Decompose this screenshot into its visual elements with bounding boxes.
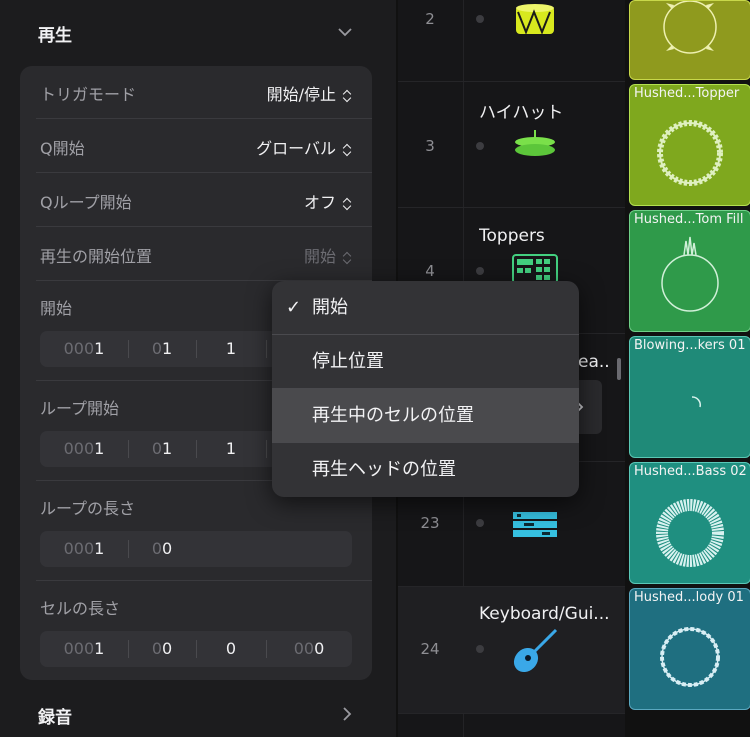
checkmark-icon: ✓ xyxy=(286,297,302,318)
loop-start-label: ループ開始 xyxy=(40,399,120,418)
track-name[interactable]: ハイハット xyxy=(479,98,619,123)
track-number: 24 xyxy=(420,640,440,658)
start-label: 開始 xyxy=(40,299,73,318)
clip-cell[interactable]: Hushed...Tom Fill xyxy=(629,210,750,332)
track-name[interactable]: Toppers xyxy=(479,226,619,246)
play-start-position-menu: ✓ 開始 停止位置 再生中のセルの位置 再生ヘッドの位置 xyxy=(272,281,579,497)
track-number: 23 xyxy=(420,514,440,532)
play-start-position-select[interactable]: 開始 xyxy=(200,243,352,267)
track-status-dot[interactable] xyxy=(476,267,484,275)
divider xyxy=(36,172,372,173)
q-loop-start-select[interactable]: オフ xyxy=(200,189,352,213)
up-down-chevron-icon xyxy=(342,252,352,264)
cell-length-field[interactable]: 0001 00 0 000 xyxy=(40,631,352,667)
menu-item-playing-cell-position[interactable]: 再生中のセルの位置 xyxy=(272,389,579,442)
divider xyxy=(36,226,372,227)
chevron-right-icon[interactable] xyxy=(340,705,354,723)
track-name[interactable]: ea... xyxy=(578,352,608,372)
q-start-select[interactable]: グローバル xyxy=(200,135,352,159)
up-down-chevron-icon xyxy=(342,198,352,210)
divider xyxy=(36,580,372,581)
play-start-position-label: 再生の開始位置 xyxy=(40,247,153,266)
track-number: 4 xyxy=(425,262,435,280)
menu-item-playhead-position[interactable]: 再生ヘッドの位置 xyxy=(272,443,579,496)
menu-item-label: 再生中のセルの位置 xyxy=(312,405,474,426)
trigger-mode-select[interactable]: 開始/停止 xyxy=(200,81,352,105)
cell-length-label: セルの長さ xyxy=(40,599,121,618)
recording-section-title[interactable]: 録音 xyxy=(38,703,72,728)
divider xyxy=(36,118,372,119)
clip-cell[interactable] xyxy=(629,0,750,80)
track-status-dot[interactable] xyxy=(476,142,484,150)
loop-length-label: ループの長さ xyxy=(40,499,136,518)
loop-length-field[interactable]: 0001 00 xyxy=(40,531,352,567)
hi-hat-icon xyxy=(512,130,558,162)
acoustic-guitar-icon xyxy=(508,628,560,676)
q-loop-start-label: Qループ開始 xyxy=(40,193,132,212)
track-status-dot[interactable] xyxy=(476,519,484,527)
clip-cell[interactable]: Hushed...Topper xyxy=(629,84,750,206)
q-start-label: Q開始 xyxy=(40,139,85,158)
clip-cell[interactable]: Blowing...kers 01 xyxy=(629,336,750,458)
up-down-chevron-icon xyxy=(342,90,352,102)
clip-cell[interactable]: Hushed...lody 01 xyxy=(629,588,750,710)
snare-drum-icon xyxy=(512,0,558,42)
menu-item-label: 停止位置 xyxy=(312,351,384,372)
chevron-down-icon[interactable] xyxy=(336,24,354,38)
scrollbar-thumb[interactable] xyxy=(617,358,621,380)
menu-item-start[interactable]: ✓ 開始 xyxy=(272,281,579,334)
clip-cell[interactable]: Hushed...Bass 02 xyxy=(629,462,750,584)
track-number: 3 xyxy=(425,137,435,155)
menu-item-label: 開始 xyxy=(312,297,348,318)
trigger-mode-value: 開始/停止 xyxy=(266,85,336,104)
up-down-chevron-icon xyxy=(342,144,352,156)
q-loop-start-value: オフ xyxy=(303,193,336,212)
track-status-dot[interactable] xyxy=(476,15,484,23)
play-start-position-value: 開始 xyxy=(303,247,336,266)
drum-machine-icon xyxy=(512,254,558,284)
synth-rack-icon xyxy=(512,510,558,540)
menu-item-stop-position[interactable]: 停止位置 xyxy=(272,335,579,388)
q-start-value: グローバル xyxy=(256,139,336,158)
track-number: 2 xyxy=(425,10,435,28)
trigger-mode-label: トリガモード xyxy=(40,85,137,104)
playback-section-title[interactable]: 再生 xyxy=(38,21,72,46)
track-status-dot[interactable] xyxy=(476,645,484,653)
menu-item-label: 再生ヘッドの位置 xyxy=(312,459,456,480)
track-name[interactable]: Keyboard/Gui... xyxy=(479,604,619,624)
